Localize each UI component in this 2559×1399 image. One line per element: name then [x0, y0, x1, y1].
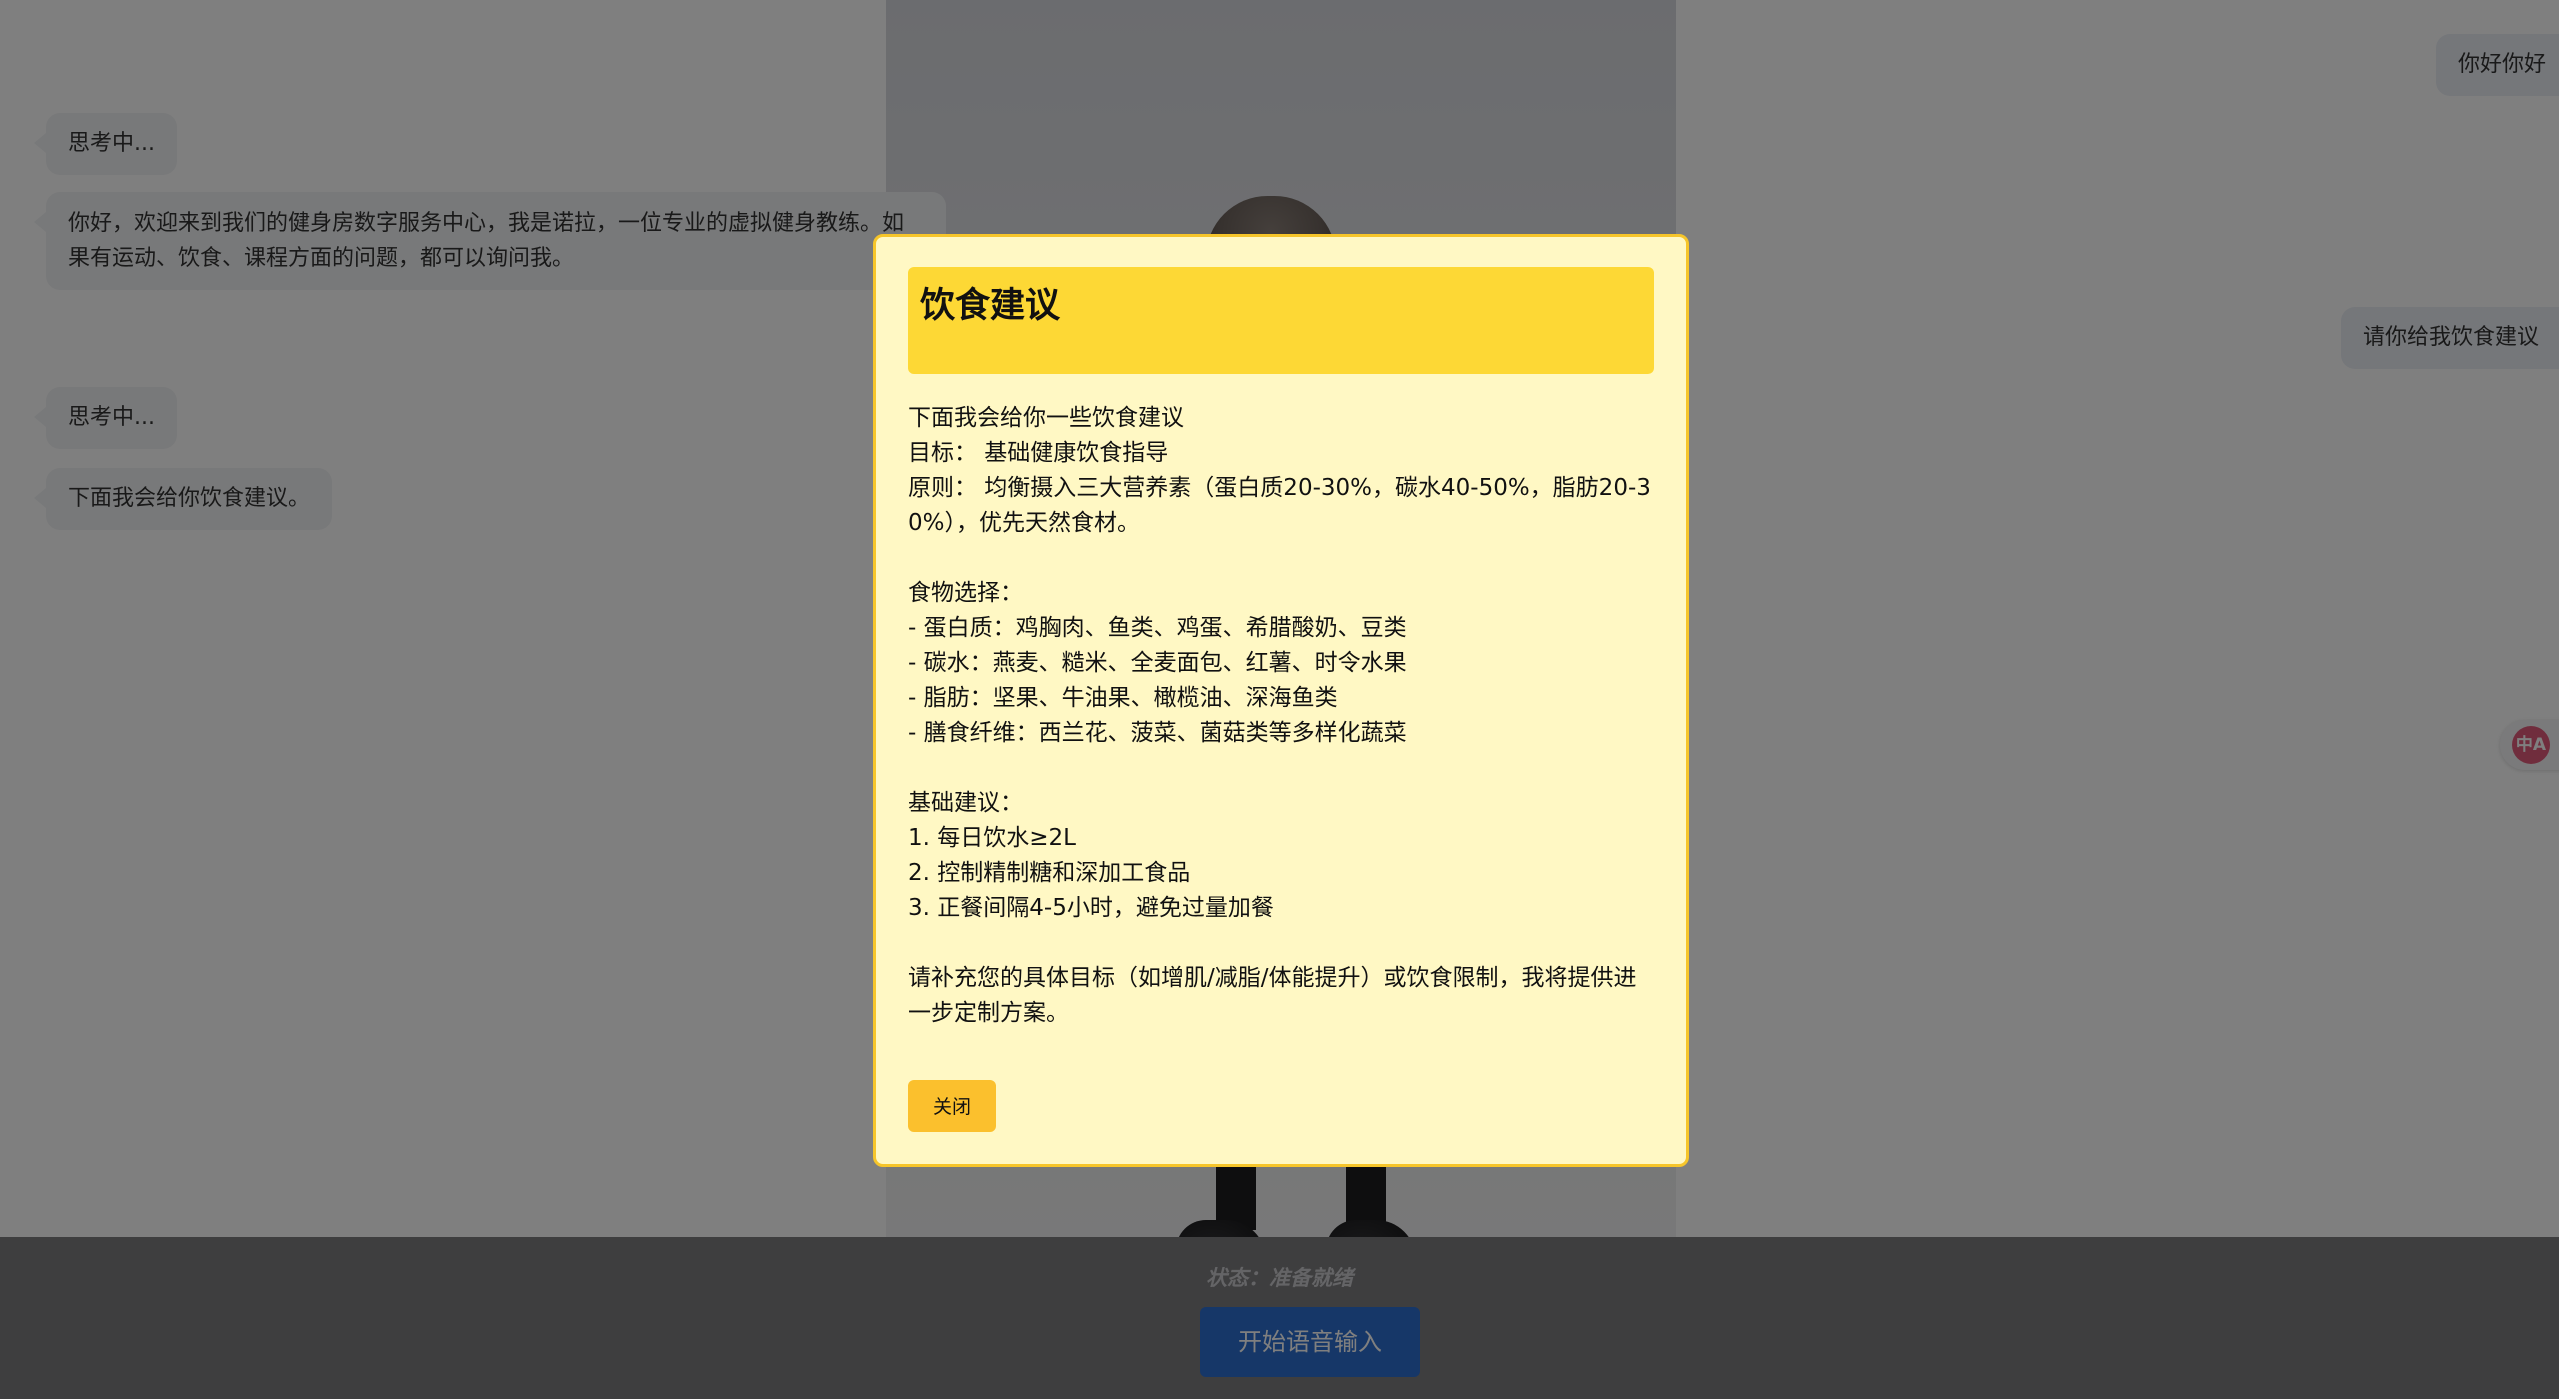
- app-root: 思考中... 你好，欢迎来到我们的健身房数字服务中心，我是诺拉，一位专业的虚拟健…: [0, 0, 2559, 1399]
- diet-advice-modal: 饮食建议 下面我会给你一些饮食建议 目标： 基础健康饮食指导 原则： 均衡摄入三…: [873, 234, 1689, 1167]
- modal-title: 饮食建议: [920, 286, 1061, 326]
- modal-body-text: 下面我会给你一些饮食建议 目标： 基础健康饮食指导 原则： 均衡摄入三大营养素（…: [908, 405, 1651, 1026]
- modal-header: 饮食建议: [908, 267, 1654, 374]
- close-button[interactable]: 关闭: [908, 1080, 996, 1132]
